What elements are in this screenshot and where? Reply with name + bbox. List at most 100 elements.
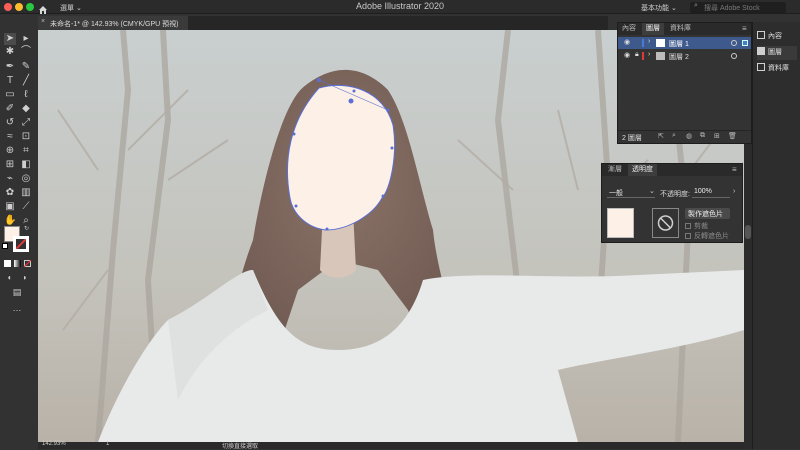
target-icon[interactable]	[731, 53, 737, 59]
tab-libraries[interactable]: 資料庫	[666, 23, 695, 35]
panel-menu-icon[interactable]: ≡	[732, 165, 737, 174]
artboard-number[interactable]: 1	[106, 441, 109, 447]
document-tab-label: 未命名-1* @ 142.93% (CMYK/GPU 預視)	[50, 21, 179, 28]
free-transform-icon[interactable]: ⊡	[20, 131, 32, 143]
dock-layers-label: 圖層	[768, 49, 782, 56]
new-layer-icon[interactable]: ⊞	[714, 132, 720, 140]
title-bar: Adobe Illustrator 2020	[0, 0, 800, 14]
default-colors-icon[interactable]	[2, 243, 8, 249]
dock-properties-label: 內容	[768, 33, 782, 40]
color-mode-icon[interactable]	[4, 260, 11, 267]
export-icon[interactable]: ⇱	[658, 132, 664, 140]
locate-object-icon[interactable]: ⌕	[672, 132, 676, 140]
clipping-mask-icon[interactable]: ◍	[686, 132, 692, 140]
curvature-tool-icon[interactable]: ✎	[20, 61, 32, 73]
document-tab[interactable]: × 未命名-1* @ 142.93% (CMYK/GPU 預視)	[38, 16, 188, 30]
shaper-tool-icon[interactable]: ✐	[4, 103, 16, 115]
layer-thumbnail	[656, 39, 665, 47]
swap-fill-stroke-icon[interactable]: ↻	[24, 226, 30, 232]
layer-color-bar	[642, 39, 644, 47]
draw-normal-icon[interactable]: ◐	[4, 272, 16, 284]
rotate-tool-icon[interactable]: ↺	[4, 117, 16, 129]
scale-tool-icon[interactable]: ⤢	[20, 117, 32, 129]
opacity-value: 100%	[694, 188, 712, 195]
width-tool-icon[interactable]: ≈	[4, 131, 16, 143]
expand-arrow-icon[interactable]: ›	[648, 38, 650, 45]
eyedropper-icon[interactable]: ⌁	[4, 173, 16, 185]
dock-layers[interactable]: 圖層	[757, 46, 797, 60]
column-graph-icon[interactable]: ▥	[20, 187, 32, 199]
blend-tool-icon[interactable]: ◎	[20, 173, 32, 185]
document-tab-bar: × 未命名-1* @ 142.93% (CMYK/GPU 預視)	[38, 16, 608, 30]
none-mode-icon[interactable]	[24, 260, 31, 267]
pen-tool-icon[interactable]: ✒	[4, 61, 16, 73]
type-tool-icon[interactable]: T	[4, 75, 16, 87]
layers-footer: 2 圖層 ⇱ ⌕ ◍ ⧉ ⊞ 🗑︎	[618, 130, 751, 143]
layer-thumbnail	[656, 52, 665, 60]
workspace-label: 基本功能	[641, 5, 669, 12]
menu-label: 選單	[60, 5, 74, 12]
dock-properties[interactable]: 內容	[757, 30, 782, 44]
tab-transparency[interactable]: 透明度	[628, 164, 657, 176]
expand-arrow-icon[interactable]: ›	[648, 51, 650, 58]
draw-behind-icon[interactable]: ◑	[18, 272, 30, 284]
opacity-field[interactable]: 100%	[692, 188, 730, 198]
screen-mode-icon[interactable]: ▤	[11, 286, 23, 298]
line-tool-icon[interactable]: ╱	[20, 75, 32, 87]
dock-libraries[interactable]: 資料庫	[757, 62, 789, 76]
perspective-grid-icon[interactable]: ⌗	[20, 145, 32, 157]
artboard-tool-icon[interactable]: ▣	[4, 201, 16, 213]
opacity-arrow-icon[interactable]: ›	[733, 188, 735, 195]
make-mask-button[interactable]: 製作遮色片	[685, 208, 730, 219]
layer-row-1[interactable]: ◉ › 圖層 1	[618, 37, 751, 49]
selection-indicator[interactable]	[742, 40, 748, 46]
shape-builder-icon[interactable]: ⊕	[4, 145, 16, 157]
mask-thumbnail[interactable]	[652, 208, 679, 238]
stock-search-box[interactable]: ⌕ 搜尋 Adobe Stock	[690, 2, 786, 13]
gradient-tool-icon[interactable]: ◧	[20, 159, 32, 171]
symbol-sprayer-icon[interactable]: ✿	[4, 187, 16, 199]
mesh-tool-icon[interactable]: ⊞	[4, 159, 16, 171]
slice-tool-icon[interactable]: ⟋	[20, 201, 32, 213]
home-icon[interactable]	[38, 2, 48, 14]
menu-dropdown[interactable]: 選單 ⌄	[60, 3, 82, 13]
rectangle-tool-icon[interactable]: ▭	[4, 89, 16, 101]
target-icon[interactable]	[731, 40, 737, 46]
blend-mode-value: 一般	[609, 190, 623, 197]
invert-mask-checkbox[interactable]	[685, 233, 691, 239]
lasso-icon[interactable]: ⌒	[20, 46, 32, 58]
tab-properties[interactable]: 內容	[618, 23, 640, 35]
transparency-panel: 漸層 透明度 ≡ 一般 ⌄ 不透明度: 100% › 製作遮色片 剪裁 反轉遮色…	[601, 163, 743, 243]
properties-icon	[757, 31, 765, 39]
direct-selection-tool-icon[interactable]: ▸	[20, 33, 32, 45]
invert-mask-label: 反轉遮色片	[694, 233, 729, 240]
status-bar: 142.93% 1 切換直接選取	[38, 441, 744, 450]
gradient-mode-icon[interactable]	[14, 260, 21, 267]
paintbrush-icon[interactable]: ℓ	[20, 89, 32, 101]
stroke-swatch[interactable]	[13, 236, 29, 252]
tab-layers[interactable]: 圖層	[642, 23, 664, 35]
zoom-level[interactable]: 142.93%	[42, 441, 66, 447]
layers-panel: 內容 圖層 資料庫 ≡ ◉ › 圖層 1 ◉ 🔒︎ › 圖層 2 2 圖層 ⇱ …	[617, 22, 752, 144]
layer-name[interactable]: 圖層 2	[669, 52, 689, 62]
tools-panel: ➤ ▸ ✱ ⌒ ✒ ✎ T ╱ ▭ ℓ ✐ ◆ ↺ ⤢ ≈ ⊡ ⊕ ⌗ ⊞ ◧ …	[0, 30, 37, 330]
layer-row-2[interactable]: ◉ 🔒︎ › 圖層 2	[618, 50, 751, 62]
workspace-switcher[interactable]: 基本功能 ⌄	[641, 3, 677, 13]
layer-name[interactable]: 圖層 1	[669, 39, 689, 49]
eraser-icon[interactable]: ◆	[20, 103, 32, 115]
lock-icon[interactable]: 🔒︎	[635, 51, 639, 59]
selection-tool-icon[interactable]: ➤	[4, 33, 16, 45]
tab-gradient[interactable]: 漸層	[604, 164, 626, 176]
magic-wand-icon[interactable]: ✱	[4, 46, 16, 58]
right-dock: 內容 圖層 資料庫	[752, 22, 800, 449]
clip-checkbox[interactable]	[685, 223, 691, 229]
scroll-thumb[interactable]	[745, 225, 751, 239]
eye-icon[interactable]: ◉	[624, 38, 630, 46]
blend-mode-select[interactable]: 一般 ⌄	[607, 188, 655, 198]
close-tab-icon[interactable]: ×	[41, 18, 45, 25]
more-tools-icon[interactable]: …	[11, 302, 23, 314]
delete-layer-icon[interactable]: 🗑︎	[728, 132, 737, 140]
panel-menu-icon[interactable]: ≡	[742, 24, 747, 33]
eye-icon[interactable]: ◉	[624, 51, 630, 59]
new-sublayer-icon[interactable]: ⧉	[700, 132, 705, 140]
